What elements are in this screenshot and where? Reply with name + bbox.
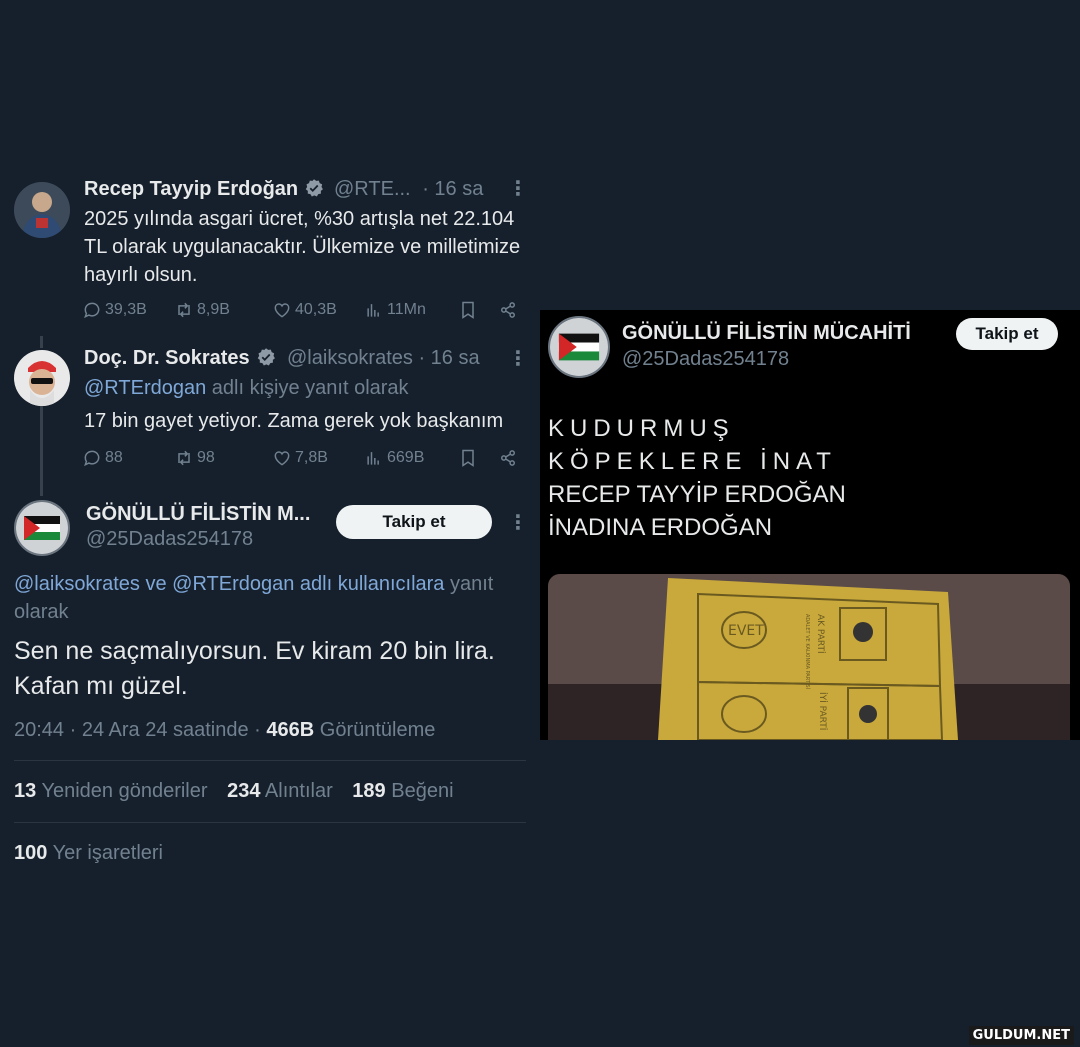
site-watermark: GULDUM.NET [968, 1026, 1074, 1045]
reply-icon [84, 302, 100, 319]
share-icon [501, 450, 515, 466]
likes-stat[interactable]: 189 Beğeni [352, 780, 453, 802]
retweet-button[interactable]: 98 [174, 448, 272, 468]
views-count: 466B [266, 719, 315, 741]
more-options-icon[interactable]: ⋮ [508, 346, 528, 371]
palestine-flag-icon [16, 502, 68, 554]
tweet-actions: 39,3B 8,9B 40,3B 11Mn [82, 300, 522, 320]
avatar-sokrates[interactable] [14, 350, 70, 406]
tweet-actions: 88 98 7,8B 669B [82, 448, 522, 468]
tweet-timestamp[interactable]: 20:44 · 24 Ara 24 saatinde · [14, 719, 261, 741]
tweet-text: 2025 yılında asgari ücret, %30 artışla n… [84, 208, 521, 286]
reply-button[interactable]: 39,3B [82, 300, 174, 320]
ballot-party1: AK PARTİ [815, 614, 826, 654]
heart-icon [274, 303, 290, 318]
embedded-line-2: KÖPEKLERE İNAT [548, 448, 837, 475]
reply-button[interactable]: 88 [82, 448, 174, 468]
reply-mention-link[interactable]: @RTErdogan [84, 377, 206, 399]
views-chart-icon [367, 304, 379, 317]
views-button[interactable]: 669B [364, 448, 458, 468]
tweet-author-handle[interactable]: @RTE... [334, 178, 411, 200]
embedded-author-handle[interactable]: @25Dadas254178 [622, 348, 789, 371]
embedded-screenshot: GÖNÜLLÜ FİLİSTİN MÜCAHİTİ @25Dadas254178… [540, 310, 1080, 740]
views-chart-icon [367, 452, 379, 465]
reply-count: 88 [105, 449, 123, 466]
engagement-stats: 13 Yeniden gönderiler 234 Alıntılar 189 … [14, 780, 454, 803]
main-tweet-text: Sen ne saçmalıyorsun. Ev kiram 20 bin li… [14, 634, 534, 704]
share-button[interactable] [498, 300, 518, 320]
like-button[interactable]: 40,3B [272, 300, 364, 320]
verified-badge-icon [257, 348, 275, 366]
bookmark-icon [462, 301, 474, 319]
retweet-count: 98 [197, 449, 215, 466]
avatar-erdogan-image [14, 182, 70, 238]
verified-badge-icon [305, 179, 324, 197]
bookmark-icon [462, 449, 474, 467]
embedded-line-4: İNADINA ERDOĞAN [548, 514, 773, 541]
retweet-count: 8,9B [197, 301, 230, 318]
reply-icon [84, 450, 100, 467]
embedded-line-1: KUDURMUŞ [548, 415, 735, 442]
tweet-author-name[interactable]: Recep Tayyip Erdoğan [84, 178, 324, 201]
main-tweet-text-line2: Kafan mı güzel. [14, 672, 188, 700]
tweet-text: 17 bin gayet yetiyor. Zama gerek yok baş… [84, 410, 504, 432]
embedded-line-3: RECEP TAYYİP ERDOĞAN [548, 481, 846, 508]
embedded-follow-button[interactable]: Takip et [956, 318, 1058, 350]
ballot-stamp-text: EVET [728, 623, 764, 639]
main-author-name[interactable]: GÖNÜLLÜ FİLİSTİN M... [86, 503, 310, 526]
tweet-time[interactable]: · 16 sa [418, 347, 479, 369]
avatar-sokrates-image [14, 350, 70, 406]
reply-context-label: adlı kişiye yanıt olarak [211, 377, 409, 399]
ballot-party1-sub: ADALET VE KALKINMA PARTİSİ [804, 614, 811, 689]
tweet-author-handle[interactable]: @laiksokrates [287, 347, 413, 369]
avatar-gonullu[interactable] [14, 500, 70, 556]
reply-context: @laiksokrates ve @RTErdogan adlı kullanı… [14, 570, 524, 626]
quotes-stat[interactable]: 234 Alıntılar [227, 780, 333, 802]
more-options-icon[interactable]: ⋮ [508, 510, 528, 535]
embedded-post-text: KUDURMUŞ KÖPEKLERE İNAT RECEP TAYYİP ERD… [548, 412, 846, 544]
bookmarks-stat[interactable]: 100 Yer işaretleri [14, 842, 163, 865]
reply-count: 39,3B [105, 301, 147, 318]
reply-context-label-cont: olarak [14, 601, 69, 623]
palestine-flag-icon [550, 318, 608, 376]
ballot-image: EVET AK PARTİ ADALET VE KALKINMA PARTİSİ… [548, 574, 1070, 740]
reply-context: @RTErdogan adlı kişiye yanıt olarak [84, 377, 409, 400]
tweet-time[interactable]: · 16 sa [422, 178, 483, 200]
embedded-author-name[interactable]: GÖNÜLLÜ FİLİSTİN MÜCAHİTİ [622, 322, 911, 345]
heart-icon [274, 451, 290, 466]
view-count: 11Mn [387, 301, 426, 318]
views-button[interactable]: 11Mn [364, 300, 458, 320]
tweet-author-name[interactable]: Doç. Dr. Sokrates [84, 347, 276, 370]
divider [14, 760, 526, 761]
reply-mentions-link[interactable]: @laiksokrates ve @RTErdogan adlı kullanı… [14, 573, 444, 595]
retweet-icon [178, 450, 190, 466]
reply-context-label: yanıt [450, 573, 494, 595]
thread-connector [40, 406, 43, 496]
thread-connector [40, 336, 43, 348]
bookmark-button[interactable] [458, 448, 498, 468]
views-label: Görüntüleme [319, 719, 436, 741]
main-author-handle[interactable]: @25Dadas254178 [86, 528, 253, 551]
retweets-stat[interactable]: 13 Yeniden gönderiler [14, 780, 208, 802]
like-count: 40,3B [295, 301, 337, 318]
share-button[interactable] [498, 448, 518, 468]
retweet-icon [178, 302, 190, 318]
like-count: 7,8B [295, 449, 328, 466]
bookmark-button[interactable] [458, 300, 498, 320]
embedded-avatar[interactable] [548, 316, 610, 378]
ballot-party2: İYİ PARTİ [817, 692, 828, 730]
view-count: 669B [387, 449, 425, 466]
retweet-button[interactable]: 8,9B [174, 300, 272, 320]
tweet-meta: 20:44 · 24 Ara 24 saatinde · 466B Görünt… [14, 719, 435, 742]
ballot-photo[interactable]: EVET AK PARTİ ADALET VE KALKINMA PARTİSİ… [548, 574, 1070, 740]
share-icon [501, 302, 515, 318]
follow-button[interactable]: Takip et [336, 505, 492, 539]
like-button[interactable]: 7,8B [272, 448, 364, 468]
avatar-erdogan[interactable] [14, 182, 70, 238]
divider [14, 822, 526, 823]
main-tweet-text-line1: Sen ne saçmalıyorsun. Ev kiram 20 bin li… [14, 637, 495, 665]
more-options-icon[interactable]: ⋮ [508, 176, 528, 201]
